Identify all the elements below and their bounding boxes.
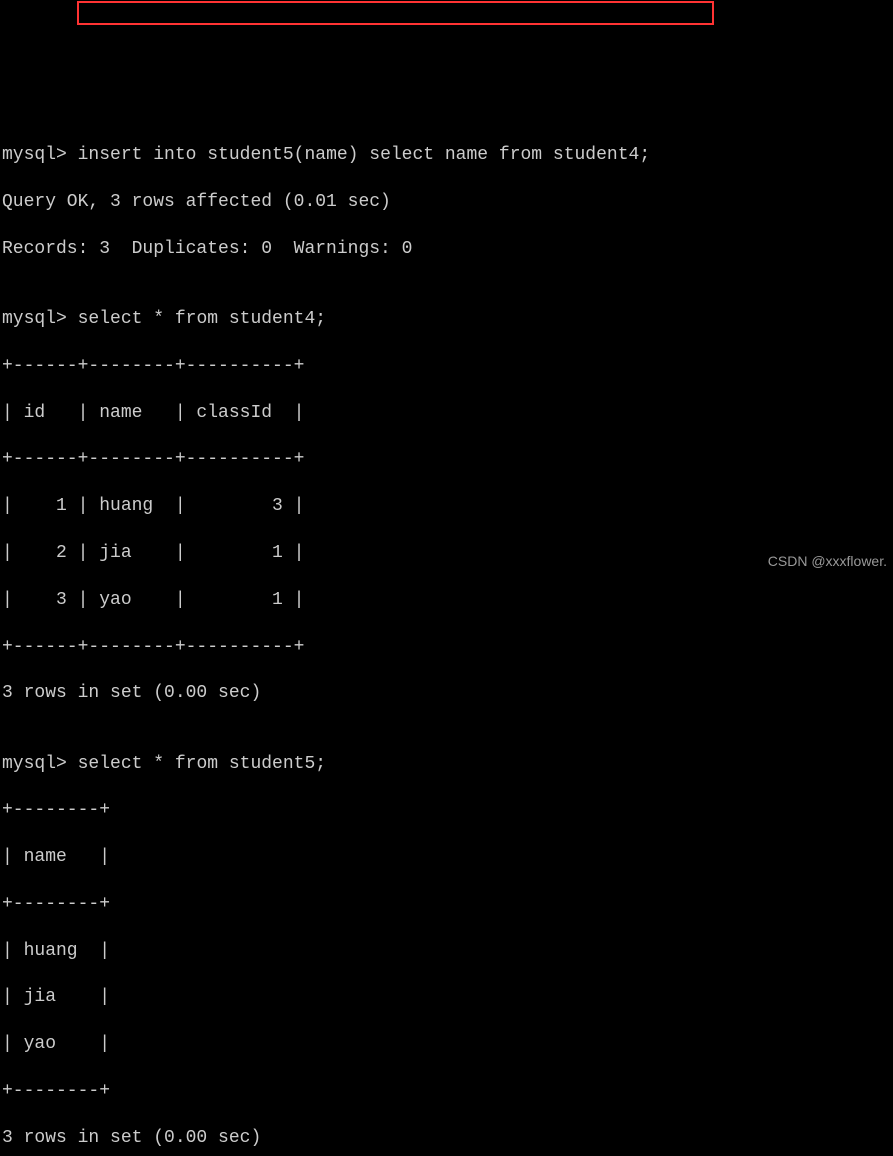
mysql-prompt: mysql> xyxy=(2,754,78,774)
table-border: +------+--------+----------+ xyxy=(2,636,891,659)
mysql-prompt: mysql> xyxy=(2,309,78,329)
table-row: | yao | xyxy=(2,1033,891,1056)
terminal-line: mysql> insert into student5(name) select… xyxy=(2,144,891,167)
table-row: | 2 | jia | 1 | xyxy=(2,542,891,565)
watermark: CSDN @xxxflower. xyxy=(768,552,887,570)
table-header: | name | xyxy=(2,846,891,869)
terminal-line: mysql> select * from student5; xyxy=(2,753,891,776)
table-border: +--------+ xyxy=(2,799,891,822)
table-row: | huang | xyxy=(2,940,891,963)
query-result-records: Records: 3 Duplicates: 0 Warnings: 0 xyxy=(2,238,891,261)
result-footer: 3 rows in set (0.00 sec) xyxy=(2,1127,891,1150)
table-header: | id | name | classId | xyxy=(2,402,891,425)
terminal-line: mysql> select * from student4; xyxy=(2,308,891,331)
sql-command-select2[interactable]: select * from student5; xyxy=(78,754,326,774)
table-border: +--------+ xyxy=(2,893,891,916)
sql-command-insert[interactable]: insert into student5(name) select name f… xyxy=(78,145,651,165)
mysql-prompt: mysql> xyxy=(2,145,78,165)
table-border: +------+--------+----------+ xyxy=(2,355,891,378)
result-footer: 3 rows in set (0.00 sec) xyxy=(2,682,891,705)
table-row: | 3 | yao | 1 | xyxy=(2,589,891,612)
sql-command-select1[interactable]: select * from student4; xyxy=(78,309,326,329)
query-result-status: Query OK, 3 rows affected (0.01 sec) xyxy=(2,191,891,214)
table-border: +--------+ xyxy=(2,1080,891,1103)
table-row: | jia | xyxy=(2,986,891,1009)
table-row: | 1 | huang | 3 | xyxy=(2,495,891,518)
highlight-rectangle xyxy=(77,1,714,25)
table-border: +------+--------+----------+ xyxy=(2,448,891,471)
